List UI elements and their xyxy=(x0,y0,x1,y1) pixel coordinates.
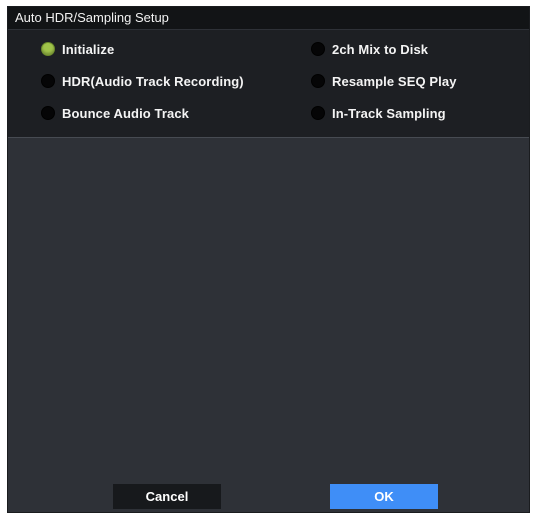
hdr-audio-track-recording-label: HDR(Audio Track Recording) xyxy=(62,73,244,89)
setup-options-panel: Initialize HDR(Audio Track Recording) Bo… xyxy=(8,30,529,138)
initialize-radio[interactable]: Initialize xyxy=(41,39,114,59)
bounce-audio-track-label: Bounce Audio Track xyxy=(62,105,190,121)
2ch-mix-to-disk-label: 2ch Mix to Disk xyxy=(332,41,429,57)
cancel-button[interactable]: Cancel xyxy=(113,484,221,509)
ok-button[interactable]: OK xyxy=(330,484,438,509)
dialog-content-area xyxy=(8,138,529,453)
radio-unselected-indicator xyxy=(311,74,325,88)
radio-unselected-indicator xyxy=(311,42,325,56)
bounce-audio-track-radio[interactable]: Bounce Audio Track xyxy=(41,103,189,123)
resample-seq-play-radio[interactable]: Resample SEQ Play xyxy=(311,71,457,91)
radio-selected-indicator xyxy=(41,42,55,56)
radio-unselected-indicator xyxy=(41,74,55,88)
in-track-sampling-radio[interactable]: In-Track Sampling xyxy=(311,103,446,123)
radio-unselected-indicator xyxy=(41,106,55,120)
hdr-audio-track-recording-radio[interactable]: HDR(Audio Track Recording) xyxy=(41,71,244,91)
resample-seq-play-label: Resample SEQ Play xyxy=(332,73,457,89)
in-track-sampling-label: In-Track Sampling xyxy=(332,105,446,121)
2ch-mix-to-disk-radio[interactable]: 2ch Mix to Disk xyxy=(311,39,428,59)
dialog-title: Auto HDR/Sampling Setup xyxy=(8,7,529,29)
auto-hdr-sampling-setup-dialog: Auto HDR/Sampling Setup Initialize HDR(A… xyxy=(7,6,530,513)
initialize-label: Initialize xyxy=(62,41,115,57)
radio-unselected-indicator xyxy=(311,106,325,120)
